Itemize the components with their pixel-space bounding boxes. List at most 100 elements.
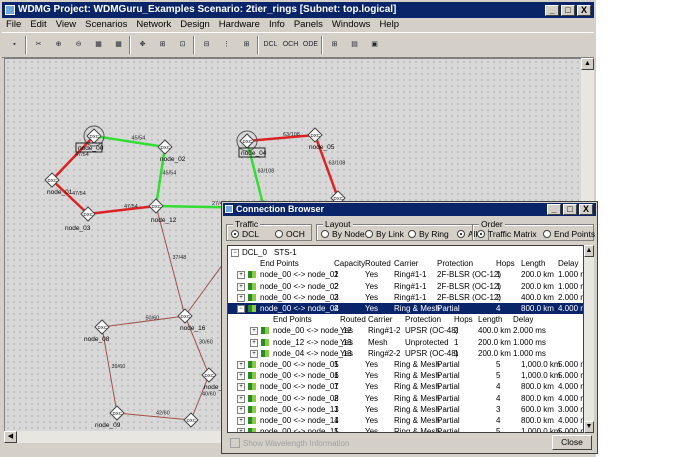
node-tool-icon[interactable]: ⊡ [174, 36, 191, 53]
cell-length: 1,000.0 km [521, 427, 561, 433]
node-node_09[interactable]: DXC node_09 [95, 405, 125, 429]
connection-row[interactable]: + node_00 <-> node_06 1 Yes Ring & Mesh Parti… [228, 370, 583, 381]
menu-panels[interactable]: Panels [294, 18, 323, 32]
align-tool-icon[interactable]: ⋮ [218, 36, 235, 53]
link-node_10-node_11[interactable] [190, 374, 210, 421]
collapse-toggle-icon[interactable]: − [237, 305, 245, 313]
connection-row[interactable]: + node_00 <-> node_01 2 Yes Ring#1-1 2F-BLSR … [228, 269, 583, 280]
expand-toggle-icon[interactable]: + [237, 361, 245, 369]
ode-icon[interactable]: ODE [302, 36, 319, 53]
connection-tree[interactable]: − DCL_0 STS-1 End Points Capacity Routed Carri… [227, 245, 584, 433]
link-node_08-node_16[interactable] [101, 315, 186, 328]
menu-design[interactable]: Design [180, 18, 210, 32]
layout-by-ring-radio[interactable]: By Ring [408, 229, 449, 239]
sub-header-row[interactable]: End Points Routed Carrier Protection Hops Len… [228, 314, 583, 325]
expand-toggle-icon[interactable]: + [237, 394, 245, 403]
node-node_12[interactable]: DXC node_12 [148, 198, 177, 224]
report-icon[interactable]: ▤ [346, 36, 363, 53]
browser-close-button[interactable]: X [579, 204, 593, 215]
expand-toggle-icon[interactable]: + [237, 383, 245, 392]
node-node_08[interactable]: DXC node_08 [84, 319, 110, 343]
zoom-fit-icon[interactable]: ▦ [110, 36, 127, 53]
tree-root-row[interactable]: − DCL_0 STS-1 [228, 247, 583, 258]
layout-by-node-radio[interactable]: By Node [321, 229, 365, 239]
expand-toggle-icon[interactable]: + [237, 417, 245, 425]
menu-network[interactable]: Network [136, 18, 171, 32]
tree-header-row[interactable]: End Points Capacity Routed Carrier Protectio… [228, 258, 583, 269]
expand-toggle-icon[interactable]: + [250, 349, 258, 358]
expand-toggle-icon[interactable]: + [237, 271, 245, 280]
order-traffic-matrix-radio[interactable]: Traffic Matrix [477, 229, 537, 239]
expand-toggle-icon[interactable]: + [237, 372, 245, 381]
link-node_00-node_02[interactable] [93, 134, 166, 149]
segment-row[interactable]: + node_04 <-> node_13 Yes Ring#2-2 UPSR (OC-… [228, 348, 583, 359]
connection-row[interactable]: + node_00 <-> node_08 2 Yes Ring & Mesh Parti… [228, 393, 583, 404]
connection-row[interactable]: + node_00 <-> node_13 1 Yes Ring & Mesh Parti… [228, 404, 583, 415]
segment-row[interactable]: + node_00 <-> node_12 Yes Ring#1-2 UPSR (OC-… [228, 325, 583, 336]
expand-toggle-icon[interactable]: + [250, 327, 258, 336]
node-node_01[interactable]: DXC node_01 [44, 172, 73, 196]
segment-row[interactable]: + node_12 <-> node_13 Yes Mesh Unprotected 1 2… [228, 337, 583, 348]
menu-view[interactable]: View [56, 18, 76, 32]
scroll-left-button[interactable]: ◀ [4, 431, 17, 443]
node-node_02[interactable]: DXC node_02 [157, 139, 186, 163]
close-button[interactable]: X [577, 5, 591, 16]
expand-toggle-icon[interactable]: + [250, 338, 258, 347]
link-node_03-node_12[interactable] [87, 204, 157, 216]
tree-vertical-scrollbar[interactable]: ▲ ▼ [584, 245, 594, 433]
grid-tool-icon[interactable]: ⊞ [238, 36, 255, 53]
expand-toggle-icon[interactable]: + [237, 282, 245, 291]
menu-edit[interactable]: Edit [30, 18, 46, 32]
pan-tool-icon[interactable]: ✥ [134, 36, 151, 53]
traffic-dcl-radio[interactable]: DCL [231, 229, 259, 239]
expand-toggle-icon[interactable]: + [237, 405, 245, 414]
show-wavelength-checkbox[interactable]: Show Wavelength Information [230, 438, 349, 448]
link-node_09-node_10[interactable] [116, 412, 192, 421]
link-node_01-node_03[interactable] [51, 179, 89, 215]
och-icon[interactable]: OCH [282, 36, 299, 53]
order-end-points-radio[interactable]: End Points [543, 229, 595, 239]
zoom-out-icon[interactable]: ⊖ [70, 36, 87, 53]
node-node_16[interactable]: DXC node_16 [177, 308, 206, 332]
traffic-och-radio[interactable]: OCH [275, 229, 305, 239]
menu-windows[interactable]: Windows [332, 18, 371, 32]
node-node_10[interactable]: DXCnode_10 [183, 412, 211, 431]
connection-row[interactable]: + node_00 <-> node_02 2 Yes Ring#1-1 2F-BLSR … [228, 281, 583, 292]
maximize-button[interactable]: □ [561, 5, 575, 16]
connection-row[interactable]: + node_00 <-> node_05 1 Yes Ring & Mesh Parti… [228, 359, 583, 370]
scroll-up-button[interactable]: ▲ [581, 58, 594, 70]
connection-row[interactable]: + node_00 <-> node_03 2 Yes Ring#1-1 2F-BLSR … [228, 292, 583, 303]
node-node_03[interactable]: DXC node_03 [65, 206, 96, 232]
connection-row[interactable]: + node_00 <-> node_14 1 Yes Ring & Mesh Parti… [228, 415, 583, 426]
link-tool-icon[interactable]: ⊟ [198, 36, 215, 53]
collapse-toggle-icon[interactable]: − [231, 249, 239, 257]
minimize-button[interactable]: _ [545, 5, 559, 16]
save-icon[interactable]: ▪ [6, 36, 23, 53]
expand-toggle-icon[interactable]: + [237, 428, 245, 432]
menu-help[interactable]: Help [379, 18, 399, 32]
connection-row[interactable]: − node_00 <-> node_04 2 Yes Ring & Mesh Parti… [228, 303, 583, 314]
dcl-icon[interactable]: DCL [262, 36, 279, 53]
menu-info[interactable]: Info [269, 18, 285, 32]
zoom-in-icon[interactable]: ⊕ [50, 36, 67, 53]
menu-hardware[interactable]: Hardware [219, 18, 260, 32]
layout-icon[interactable]: ⊞ [154, 36, 171, 53]
layout-by-link-radio[interactable]: By Link [365, 229, 404, 239]
menu-file[interactable]: File [6, 18, 21, 32]
connection-row[interactable]: + node_00 <-> node_07 1 Yes Ring & Mesh Parti… [228, 381, 583, 392]
expand-toggle-icon[interactable]: + [237, 293, 245, 302]
tree-scroll-up-button[interactable]: ▲ [584, 245, 594, 257]
node-node_04[interactable]: DXC node_04 [236, 130, 267, 158]
select-tool-icon[interactable]: ✂ [30, 36, 47, 53]
tree-scroll-down-button[interactable]: ▼ [584, 421, 594, 433]
connection-row[interactable]: + node_00 <-> node_15 1 Yes Ring & Mesh Parti… [228, 426, 583, 433]
zoom-box-icon[interactable]: ▦ [90, 36, 107, 53]
menu-scenarios[interactable]: Scenarios [85, 18, 127, 32]
browser-minimize-button[interactable]: _ [547, 204, 561, 215]
browser-maximize-button[interactable]: □ [563, 204, 577, 215]
map-icon[interactable]: ▣ [366, 36, 383, 53]
routing-icon[interactable]: ⊞ [326, 36, 343, 53]
node-node_05[interactable]: DXC node_05 [307, 127, 335, 151]
close-browser-button[interactable]: Close [552, 435, 592, 450]
node-node_00[interactable]: DXC node_00 [75, 125, 105, 153]
